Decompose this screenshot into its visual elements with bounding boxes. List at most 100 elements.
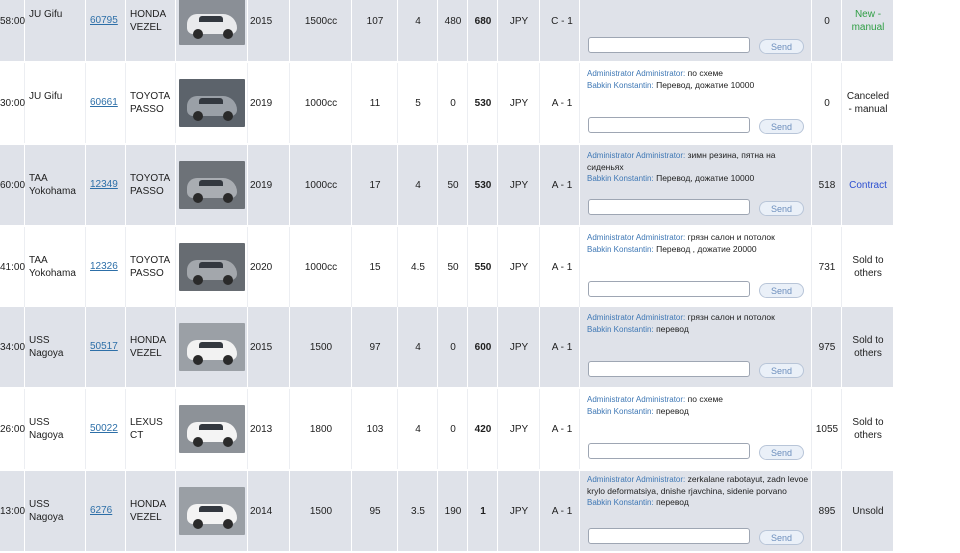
auction-time: 58:00	[0, 16, 26, 27]
car-wheel-shape	[193, 355, 203, 365]
comment-text: перевод	[653, 497, 689, 507]
send-button[interactable]: Send	[759, 530, 804, 545]
car-photo[interactable]	[179, 323, 245, 371]
view-count: 0	[824, 98, 830, 109]
mileage: 97	[369, 342, 381, 353]
column-divider	[811, 307, 812, 387]
column-divider	[467, 227, 468, 307]
lot-number-link[interactable]: 12326	[90, 261, 118, 272]
mileage: 15	[369, 262, 381, 273]
column-divider	[247, 63, 248, 143]
comment-input[interactable]	[588, 528, 750, 544]
table-row: 41:00 TAA Yokohama 12326 TOYOTA PASSO 2020 100…	[0, 227, 893, 309]
column-divider	[497, 0, 498, 61]
car-year: 2015	[250, 342, 273, 353]
column-divider	[175, 307, 176, 387]
bid-price: 530	[474, 98, 492, 109]
comment-author: Babkin Konstantin:	[587, 244, 654, 254]
currency: JPY	[509, 98, 529, 109]
car-photo[interactable]	[179, 405, 245, 453]
column-divider	[175, 389, 176, 469]
comment-input[interactable]	[588, 443, 750, 459]
deal-status[interactable]: Sold to others	[846, 254, 890, 280]
comment-entry: Babkin Konstantin: Перевод, дожатие 1000…	[587, 80, 809, 92]
lot-number-link[interactable]: 6276	[90, 505, 112, 516]
start-price: 0	[450, 98, 456, 109]
comment-input[interactable]	[588, 361, 750, 377]
column-divider	[811, 227, 812, 307]
auction-time: 41:00	[0, 262, 26, 273]
comment-thread: Administrator Administrator: zerkalane r…	[587, 474, 809, 509]
deal-status[interactable]: Unsold	[846, 505, 890, 518]
send-button[interactable]: Send	[759, 39, 804, 54]
auction-time: 26:00	[0, 424, 26, 435]
auction-name: TAA Yokohama	[29, 173, 76, 197]
column-divider	[497, 471, 498, 551]
comment-input[interactable]	[588, 37, 750, 53]
send-button[interactable]: Send	[759, 119, 804, 134]
auction-score: 4.5	[411, 262, 425, 273]
car-photo[interactable]	[179, 79, 245, 127]
view-count: 895	[818, 506, 836, 517]
start-price: 0	[450, 424, 456, 435]
comment-thread: Administrator Administrator: по схеме Bab…	[587, 68, 809, 91]
currency: JPY	[509, 180, 529, 191]
bid-price: 600	[474, 342, 492, 353]
lot-number-link[interactable]: 12349	[90, 179, 118, 190]
mileage: 107	[366, 16, 384, 27]
car-window-shape	[199, 262, 223, 268]
comment-entry: Administrator Administrator: zerkalane r…	[587, 474, 809, 497]
column-divider	[539, 227, 540, 307]
deal-status[interactable]: Contract	[846, 179, 890, 192]
deal-status[interactable]: Canceled - manual	[846, 90, 890, 116]
column-divider	[125, 227, 126, 307]
engine-volume: 1000cc	[304, 98, 338, 109]
car-photo[interactable]	[179, 487, 245, 535]
column-divider	[811, 389, 812, 469]
car-photo[interactable]	[179, 0, 245, 45]
car-photo[interactable]	[179, 243, 245, 291]
engine-volume: 1500	[309, 342, 333, 353]
comment-input[interactable]	[588, 199, 750, 215]
column-divider	[247, 389, 248, 469]
car-year: 2020	[250, 262, 273, 273]
lot-number-link[interactable]: 50517	[90, 341, 118, 352]
deal-status[interactable]: Sold to others	[846, 416, 890, 442]
send-button[interactable]: Send	[759, 283, 804, 298]
engine-volume: 1500cc	[304, 16, 338, 27]
car-wheel-shape	[193, 29, 203, 39]
car-window-shape	[199, 180, 223, 186]
column-divider	[24, 0, 25, 61]
view-count: 518	[818, 180, 836, 191]
column-divider	[397, 471, 398, 551]
column-divider	[437, 63, 438, 143]
column-divider	[125, 0, 126, 61]
engine-volume: 1500	[309, 506, 333, 517]
comment-author: Babkin Konstantin:	[587, 80, 654, 90]
comment-text: по схеме	[685, 68, 724, 78]
car-wheel-shape	[193, 111, 203, 121]
bid-price: 530	[474, 180, 492, 191]
lot-number-link[interactable]: 50022	[90, 423, 118, 434]
deal-status[interactable]: New - manual	[846, 8, 890, 34]
comment-input[interactable]	[588, 281, 750, 297]
send-button[interactable]: Send	[759, 201, 804, 216]
column-divider	[247, 307, 248, 387]
send-button[interactable]: Send	[759, 445, 804, 460]
column-divider	[351, 63, 352, 143]
lot-number-link[interactable]: 60661	[90, 97, 118, 108]
lot-number-link[interactable]: 60795	[90, 15, 118, 26]
column-divider	[467, 389, 468, 469]
column-divider	[351, 389, 352, 469]
auction-time: 13:00	[0, 506, 26, 517]
send-button[interactable]: Send	[759, 363, 804, 378]
deal-status[interactable]: Sold to others	[846, 334, 890, 360]
car-year: 2019	[250, 98, 273, 109]
grade: A - 1	[551, 180, 573, 191]
comment-author: Babkin Konstantin:	[587, 174, 654, 183]
car-photo[interactable]	[179, 161, 245, 209]
car-wheel-shape	[223, 29, 233, 39]
column-divider	[811, 471, 812, 551]
column-divider	[437, 471, 438, 551]
comment-input[interactable]	[588, 117, 750, 133]
